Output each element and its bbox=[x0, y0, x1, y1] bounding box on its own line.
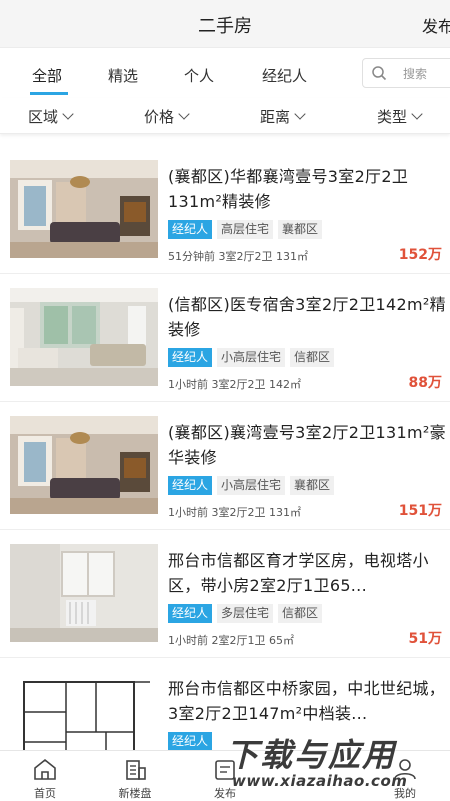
listing-meta: 1小时前 3室2厅2卫 142㎡ bbox=[168, 378, 301, 391]
filter-label: 类型 bbox=[377, 108, 408, 126]
search-icon bbox=[372, 66, 387, 81]
listing-item[interactable]: 邢台市信都区育才学区房，电视塔小区，带小房2室2厅1卫65... 经纪人 多层住宅… bbox=[0, 530, 450, 658]
listing-price: 51万 bbox=[408, 631, 442, 647]
building-type-tag: 小高层住宅 bbox=[217, 476, 286, 495]
home-icon bbox=[34, 758, 56, 780]
listing-item[interactable]: (襄都区)襄湾壹号3室2厅2卫131m²豪华装修 经纪人 小高层住宅 襄都区 1小时… bbox=[0, 402, 450, 530]
listing-title: 邢台市信都区中桥家园，中北世纪城，3室2厅2卫147m²中档装... bbox=[168, 679, 446, 723]
listing-title: 邢台市信都区育才学区房，电视塔小区，带小房2室2厅1卫65... bbox=[168, 551, 429, 595]
listing-item[interactable]: (信都区)医专宿舍3室2厅2卫142m²精装修 经纪人 小高层住宅 信都区 1小时前… bbox=[0, 274, 450, 402]
nav-label: 新楼盘 bbox=[118, 787, 152, 800]
listing-photo bbox=[10, 416, 158, 514]
search-box[interactable]: 搜索 bbox=[362, 58, 450, 88]
nav-home[interactable]: 首页 bbox=[0, 751, 90, 801]
listing-tags: 经纪人 高层住宅 襄都区 bbox=[168, 220, 327, 240]
active-tab-indicator bbox=[30, 92, 68, 95]
listing-title: (信都区)医专宿舍3室2厅2卫142m²精装修 bbox=[168, 295, 446, 339]
listing-price: 88万 bbox=[408, 375, 442, 391]
agent-badge: 经纪人 bbox=[168, 476, 213, 495]
agent-badge: 经纪人 bbox=[168, 348, 213, 367]
app-header: 二手房 发布 bbox=[0, 0, 450, 48]
tab-featured[interactable]: 精选 bbox=[108, 65, 138, 86]
listing-meta: 51分钟前 3室2厅2卫 131㎡ bbox=[168, 250, 308, 263]
district-tag: 襄都区 bbox=[278, 220, 323, 239]
watermark-url: www.xiazaihao.com bbox=[232, 772, 408, 790]
watermark-logo-text: 下载与应用 bbox=[226, 736, 397, 774]
filter-type[interactable]: 类型 bbox=[377, 106, 423, 127]
chevron-down-icon bbox=[294, 108, 306, 120]
agent-badge: 经纪人 bbox=[168, 220, 213, 239]
listing-title: (襄都区)华都襄湾壹号3室2厅2卫131m²精装修 bbox=[168, 167, 409, 211]
listing-tags: 经纪人 小高层住宅 信都区 bbox=[168, 348, 339, 368]
agent-badge: 经纪人 bbox=[168, 604, 213, 623]
filter-distance[interactable]: 距离 bbox=[260, 106, 306, 127]
building-icon bbox=[126, 760, 146, 780]
tab-agent[interactable]: 经纪人 bbox=[262, 65, 307, 86]
listing-price: 152万 bbox=[398, 247, 442, 263]
listing-photo bbox=[10, 160, 158, 258]
listing-tags: 经纪人 小高层住宅 襄都区 bbox=[168, 476, 339, 496]
tab-personal[interactable]: 个人 bbox=[184, 65, 214, 86]
filter-label: 距离 bbox=[260, 108, 291, 126]
publish-button[interactable]: 发布 bbox=[422, 13, 450, 37]
nav-new-buildings[interactable]: 新楼盘 bbox=[90, 751, 180, 801]
filter-price[interactable]: 价格 bbox=[144, 106, 190, 127]
nav-label: 首页 bbox=[34, 787, 56, 800]
building-type-tag: 高层住宅 bbox=[217, 220, 274, 239]
listing-title: (襄都区)襄湾壹号3室2厅2卫131m²豪华装修 bbox=[168, 423, 446, 467]
listing-price: 151万 bbox=[398, 503, 442, 519]
filter-label: 区域 bbox=[28, 108, 59, 126]
listing-tags: 经纪人 多层住宅 信都区 bbox=[168, 604, 327, 624]
listing-photo bbox=[10, 544, 158, 642]
building-type-tag: 小高层住宅 bbox=[217, 348, 286, 367]
chevron-down-icon bbox=[62, 108, 74, 120]
site-watermark: 下载与应用 www.xiazaihao.com bbox=[220, 730, 450, 800]
agent-badge: 经纪人 bbox=[168, 732, 213, 751]
search-placeholder: 搜索 bbox=[403, 67, 428, 81]
chevron-down-icon bbox=[411, 108, 423, 120]
listing-item[interactable]: (襄都区)华都襄湾壹号3室2厅2卫131m²精装修 经纪人 高层住宅 襄都区 51分… bbox=[0, 146, 450, 274]
filter-area[interactable]: 区域 bbox=[28, 106, 74, 127]
building-type-tag: 多层住宅 bbox=[217, 604, 274, 623]
filter-bar: 区域 价格 距离 类型 bbox=[0, 98, 450, 134]
filter-label: 价格 bbox=[144, 108, 175, 126]
chevron-down-icon bbox=[178, 108, 190, 120]
district-tag: 信都区 bbox=[278, 604, 323, 623]
district-tag: 信都区 bbox=[290, 348, 335, 367]
listing-meta: 1小时前 2室2厅1卫 65㎡ bbox=[168, 634, 294, 647]
listing-tags: 经纪人 bbox=[168, 732, 217, 752]
page-title: 二手房 bbox=[198, 16, 252, 37]
listing-meta: 1小时前 3室2厅2卫 131㎡ bbox=[168, 506, 301, 519]
tab-all[interactable]: 全部 bbox=[32, 65, 62, 86]
listing-photo bbox=[10, 288, 158, 386]
district-tag: 襄都区 bbox=[290, 476, 335, 495]
